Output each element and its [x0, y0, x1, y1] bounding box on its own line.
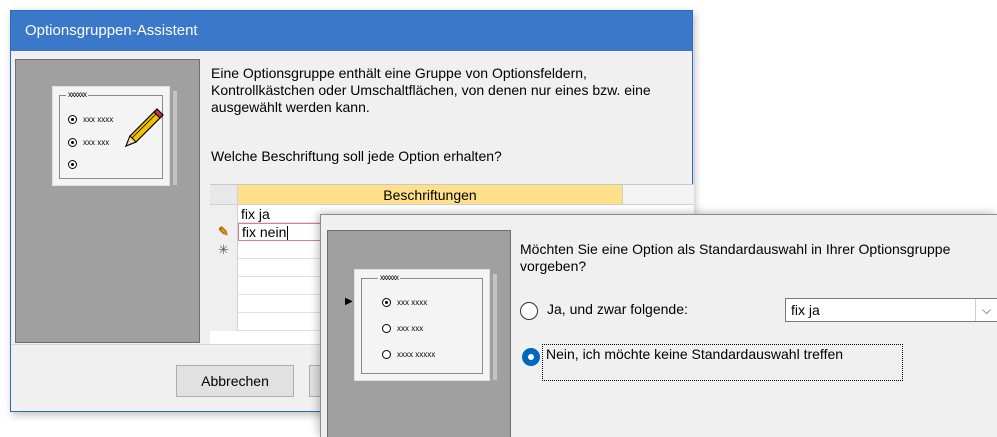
row-selector[interactable] [210, 205, 238, 223]
radio-no[interactable] [522, 348, 540, 366]
dialog-preview-panel: xxxxxx xxx xxxx xxx xxx xxxx xxxxx ▶ [327, 230, 511, 437]
chevron-down-icon[interactable]: ⌵ [975, 299, 997, 321]
wizard-description: Eine Optionsgruppe enthält eine Gruppe v… [211, 65, 651, 115]
default-option-dialog: xxxxxx xxx xxxx xxx xxx xxxx xxxxx ▶ Möc… [320, 214, 997, 437]
preview-group-label: xxxxxx [378, 272, 400, 284]
preview-radio-1: xxx xxxx [382, 297, 427, 309]
grid-column-header[interactable]: Beschriftungen [238, 185, 622, 205]
radio-yes[interactable] [520, 302, 538, 320]
preview-radio-2: xxx xxx [68, 137, 109, 149]
preview-radio-3 [68, 159, 83, 171]
pencil-icon [124, 108, 164, 148]
preview-option-group: xxxxxx xxx xxxx xxx xxx xxxx xxxxx ▶ [345, 269, 497, 381]
combo-value: fix ja [791, 302, 820, 318]
new-record-icon[interactable]: ✳ [210, 241, 238, 259]
wizard-question: Welche Beschriftung soll jede Option erh… [211, 148, 502, 164]
window-title: Optionsgruppen-Assistent [11, 11, 692, 51]
radio-yes-label[interactable]: Ja, und zwar folgende: [547, 301, 688, 318]
preview-radio-2: xxx xxx [382, 323, 423, 335]
edit-pencil-icon[interactable]: ✎ [210, 223, 238, 241]
preview-option-group: xxxxxx xxx xxxx xxx xxx [52, 86, 177, 186]
preview-radio-3: xxxx xxxxx [382, 349, 435, 361]
wizard-preview-panel: xxxxxx xxx xxxx xxx xxx [15, 59, 200, 343]
default-value-combo[interactable]: fix ja ⌵ [785, 298, 997, 322]
pointer-arrow-icon: ▶ [345, 296, 353, 307]
preview-radio-1: xxx xxxx [68, 114, 113, 126]
cancel-button[interactable]: Abbrechen [176, 365, 294, 397]
radio-no-label[interactable]: Nein, ich möchte keine Standardauswahl t… [542, 344, 903, 381]
preview-group-label: xxxxxx [66, 89, 88, 101]
dialog-question: Möchten Sie eine Option als Standardausw… [520, 241, 951, 274]
grid-corner[interactable] [210, 185, 238, 205]
